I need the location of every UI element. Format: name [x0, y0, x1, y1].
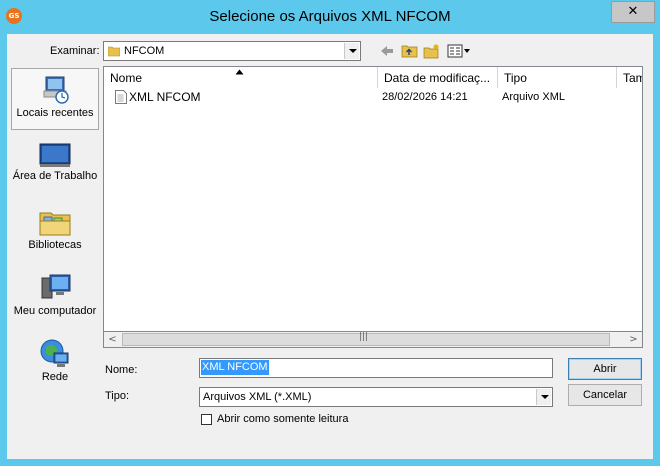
file-modified-cell: 28/02/2026 14:21 — [382, 91, 468, 103]
folder-icon — [108, 46, 120, 57]
column-header-size[interactable]: Tam — [617, 67, 642, 88]
file-type-value: Arquivos XML (*.XML) — [203, 391, 312, 403]
file-name-cell: XML NFCOM — [129, 90, 201, 104]
scrollbar-grip: ||| — [359, 332, 369, 342]
chevron-down-icon[interactable] — [344, 43, 359, 59]
dialog-body: Examinar: NFCOM Locais recentes Área de … — [7, 34, 653, 459]
column-header-modified[interactable]: Data de modificaç... — [378, 67, 498, 88]
file-type-label: Tipo: — [105, 390, 130, 402]
desktop-icon — [39, 143, 71, 167]
file-name-input[interactable]: XML NFCOM — [199, 358, 553, 378]
file-name-label: Nome: — [105, 364, 138, 376]
file-list[interactable]: Nome Data de modificaç... Tipo Tam XML N… — [103, 66, 643, 348]
place-libraries[interactable]: Bibliotecas — [11, 207, 99, 259]
chevron-down-icon[interactable] — [536, 389, 551, 405]
xml-file-icon — [115, 90, 127, 104]
place-desktop[interactable]: Área de Trabalho — [11, 142, 99, 200]
place-computer-label: Meu computador — [13, 305, 97, 317]
up-folder-icon[interactable] — [401, 43, 419, 59]
column-header-name[interactable]: Nome — [104, 67, 378, 88]
sort-ascending-icon — [235, 69, 244, 75]
place-recent-label: Locais recentes — [16, 107, 94, 119]
place-desktop-label: Área de Trabalho — [12, 170, 98, 182]
place-recent[interactable]: Locais recentes — [11, 68, 99, 130]
close-button[interactable]: ✕ — [611, 1, 655, 23]
scroll-left-button[interactable]: < — [104, 332, 121, 347]
file-type-cell: Arquivo XML — [502, 91, 565, 103]
file-type-select[interactable]: Arquivos XML (*.XML) — [199, 387, 553, 407]
libraries-icon — [39, 212, 71, 236]
scroll-right-button[interactable]: > — [625, 332, 642, 347]
window-title: Selecione os Arquivos XML NFCOM — [209, 8, 451, 25]
look-in-value: NFCOM — [124, 45, 165, 57]
cancel-button[interactable]: Cancelar — [568, 384, 642, 406]
look-in-label: Examinar: — [50, 45, 100, 57]
place-computer[interactable]: Meu computador — [11, 272, 99, 328]
computer-icon — [41, 274, 71, 299]
place-network-label: Rede — [41, 371, 69, 383]
back-arrow-icon[interactable] — [378, 43, 396, 59]
readonly-label: Abrir como somente leitura — [217, 413, 349, 425]
view-menu-icon[interactable] — [447, 43, 471, 59]
open-file-dialog: GS Selecione os Arquivos XML NFCOM ✕ Exa… — [0, 0, 660, 466]
network-icon — [40, 339, 69, 367]
scrollbar-thumb[interactable]: ||| — [122, 332, 610, 346]
open-button[interactable]: Abrir — [568, 358, 642, 380]
places-bar: Locais recentes Área de Trabalho Bibliot… — [11, 66, 99, 424]
title-bar[interactable]: GS Selecione os Arquivos XML NFCOM ✕ — [0, 0, 660, 34]
readonly-checkbox[interactable] — [201, 414, 212, 425]
horizontal-scrollbar[interactable]: < ||| > — [103, 331, 643, 348]
new-folder-icon[interactable] — [423, 43, 441, 59]
look-in-combo[interactable]: NFCOM — [103, 41, 361, 61]
place-network[interactable]: Rede — [11, 337, 99, 393]
recent-places-icon — [43, 76, 69, 104]
column-header-name-label: Nome — [110, 71, 143, 85]
file-name-value: XML NFCOM — [201, 360, 269, 375]
column-header-type[interactable]: Tipo — [498, 67, 617, 88]
place-libraries-label: Bibliotecas — [28, 239, 82, 251]
